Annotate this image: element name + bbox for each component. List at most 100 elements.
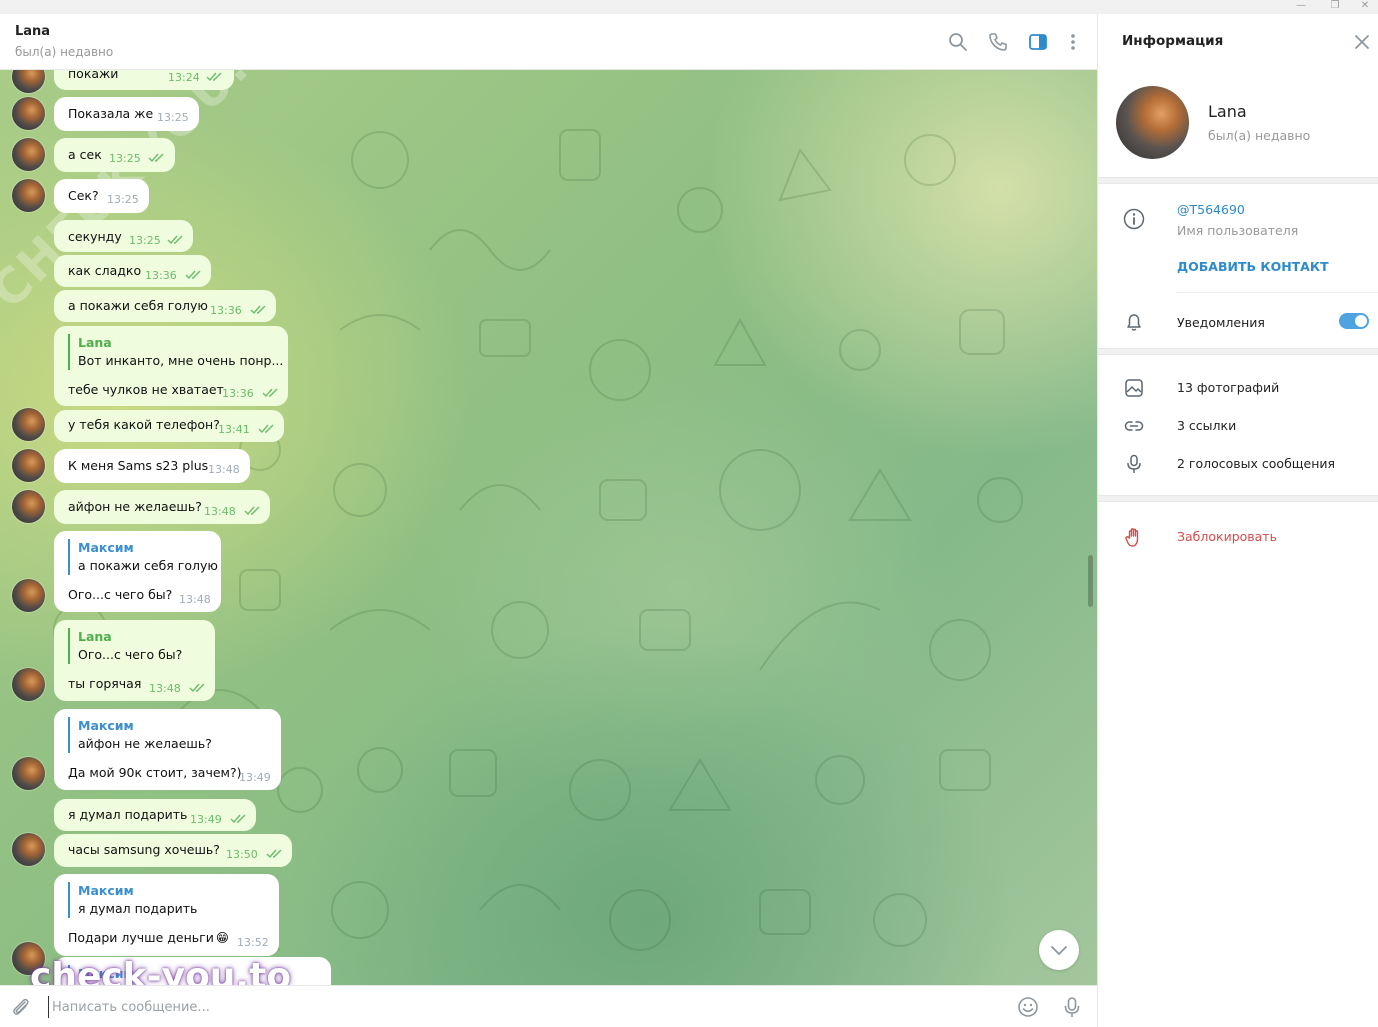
message-text: я думал подарить (68, 807, 188, 822)
message-text: а покажи себя голую (68, 298, 208, 313)
reply-quote[interactable]: Lana Вот инканто, мне очень понр... (68, 334, 283, 370)
avatar[interactable] (12, 449, 45, 482)
links-link[interactable]: 3 ссылки (1177, 418, 1236, 433)
message-time: 13:52 (237, 936, 269, 949)
message-time: 13:41 (218, 423, 250, 436)
avatar[interactable] (12, 408, 45, 441)
read-checks-icon (148, 153, 164, 163)
avatar[interactable] (12, 833, 45, 866)
add-contact-button[interactable]: ДОБАВИТЬ КОНТАКТ (1177, 259, 1329, 274)
message-bubble[interactable]: Lana Ого...с чего бы? ты горячая 13:48 (54, 620, 215, 701)
reply-quote[interactable]: Максим айфон не желаешь? (68, 717, 212, 753)
close-panel-icon[interactable] (1352, 32, 1372, 52)
chat-messages-area[interactable]: CHECK-YOU.ME покажи 13:24 Показала же 13… (0, 70, 1097, 985)
message-bubble[interactable]: айфон не желаешь? 13:48 (54, 490, 270, 524)
message-bubble[interactable]: Максим айфон не желаешь? Да мой 90к стои… (54, 709, 281, 790)
username-link[interactable]: @T564690 (1177, 202, 1245, 217)
row-separator (1177, 292, 1378, 293)
scroll-to-bottom-button[interactable] (1039, 930, 1079, 970)
info-panel: Информация Lana был(а) недавно @T564690 … (1097, 14, 1378, 1027)
close-window-button[interactable]: ✕ (1348, 0, 1378, 14)
voice-messages-link[interactable]: 2 голосовых сообщения (1177, 456, 1335, 471)
username-label: Имя пользователя (1177, 223, 1299, 238)
message-bubble[interactable]: Lana Вот инканто, мне очень понр... тебе… (54, 326, 288, 406)
message-bubble[interactable]: К меня Sams s23 plus 13:48 (54, 449, 250, 483)
message-time: 13:36 (210, 304, 242, 317)
section-divider (1098, 348, 1378, 355)
message-bubble[interactable]: а сек 13:25 (54, 138, 175, 172)
more-menu-icon[interactable] (1061, 30, 1085, 54)
grin-emoji: 😁 (215, 930, 229, 945)
minimize-button[interactable]: — (1284, 0, 1318, 14)
message-bubble[interactable]: Максим а покажи себя голую Ого...с чего … (54, 531, 221, 612)
avatar[interactable] (12, 179, 45, 212)
message-text: Да мой 90к стоит, зачем?) (68, 765, 242, 780)
chat-header[interactable]: Lana был(а) недавно (0, 14, 1097, 70)
read-checks-icon (250, 305, 266, 315)
avatar[interactable] (12, 490, 45, 523)
avatar[interactable] (12, 97, 45, 130)
message-time: 13:50 (226, 848, 258, 861)
message-bubble[interactable]: у тебя какой телефон? 13:41 (54, 410, 284, 442)
message-bubble[interactable]: часы samsung хочешь? 13:50 (54, 834, 292, 867)
message-time: 13:25 (109, 152, 141, 165)
link-icon (1122, 414, 1146, 438)
info-panel-title: Информация (1122, 33, 1224, 49)
message-text: секунду (68, 229, 122, 244)
block-user-button[interactable]: Заблокировать (1177, 529, 1277, 544)
message-text: айфон не желаешь? (68, 499, 202, 514)
message-bubble[interactable]: Показала же 13:25 (54, 97, 199, 131)
reply-text: я думал подарить (78, 901, 198, 916)
avatar[interactable] (12, 579, 45, 612)
message-text: а сек (68, 147, 102, 162)
section-divider (1098, 177, 1378, 184)
sidebar-toggle-icon[interactable] (1026, 30, 1050, 54)
reply-author: Lana (78, 335, 112, 350)
maximize-button[interactable]: ❐ (1318, 0, 1352, 14)
microphone-icon[interactable] (1061, 996, 1085, 1020)
reply-quote[interactable]: Lana Ого...с чего бы? (68, 628, 182, 664)
message-time: 13:49 (190, 813, 222, 826)
message-input[interactable] (48, 996, 948, 1018)
profile-avatar[interactable] (1116, 86, 1189, 159)
info-icon (1122, 207, 1146, 231)
message-text-content: Подари лучше деньги (68, 930, 214, 945)
avatar[interactable] (12, 138, 45, 171)
read-checks-icon (266, 849, 282, 859)
read-checks-icon (185, 270, 201, 280)
chat-title[interactable]: Lana (15, 24, 50, 39)
emoji-icon[interactable] (1017, 996, 1041, 1020)
message-text: Сек? (68, 188, 99, 203)
message-text: Показала же (68, 106, 154, 121)
read-checks-icon (167, 235, 183, 245)
avatar[interactable] (12, 757, 45, 790)
message-bubble[interactable]: покажи 13:24 (54, 70, 234, 90)
scrollbar-thumb[interactable] (1088, 555, 1093, 607)
message-text: часы samsung хочешь? (68, 842, 220, 857)
message-bubble[interactable]: Максим я думал подарить Подари лучше ден… (54, 874, 279, 956)
message-bubble[interactable]: секунду 13:25 (54, 220, 193, 252)
message-time: 13:36 (145, 269, 177, 282)
message-bubble[interactable]: Сек? 13:25 (54, 179, 149, 213)
photos-link[interactable]: 13 фотографий (1177, 380, 1279, 395)
message-composer[interactable] (0, 985, 1097, 1027)
message-bubble[interactable]: я думал подарить 13:49 (54, 799, 256, 831)
reply-quote[interactable]: Максим я думал подарить (68, 882, 197, 918)
message-text: покажи (68, 70, 119, 81)
message-text: Ого...с чего бы? (68, 587, 173, 602)
phone-icon[interactable] (986, 30, 1010, 54)
scrollbar-track[interactable] (1088, 70, 1093, 985)
message-bubble[interactable]: а покажи себя голую 13:36 (54, 290, 276, 322)
message-time: 13:25 (157, 111, 189, 124)
message-time: 13:48 (179, 593, 211, 606)
read-checks-icon (206, 72, 222, 82)
message-bubble[interactable]: как сладко 13:36 (54, 255, 211, 287)
avatar[interactable] (12, 668, 45, 701)
voice-icon (1122, 452, 1146, 476)
message-time: 13:24 (168, 71, 200, 84)
notifications-toggle[interactable] (1339, 313, 1369, 329)
reply-quote[interactable]: Максим а покажи себя голую (68, 539, 218, 575)
message-text: тебе чулков не хватает (68, 382, 224, 397)
search-icon[interactable] (946, 30, 970, 54)
attach-icon[interactable] (10, 996, 34, 1020)
